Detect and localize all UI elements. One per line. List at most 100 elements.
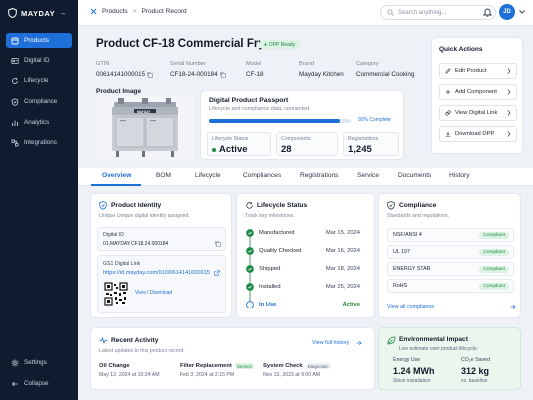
lifecycle-step-date: Mar 16, 2024	[325, 248, 360, 254]
activity-event[interactable]: Filter Replacement Service Feb 3, 2024 a…	[180, 363, 254, 378]
stat-label: Lifecycle Status	[212, 136, 249, 142]
compliance-row[interactable]: ENERGY STAR Compliant	[387, 262, 514, 276]
compliance-row[interactable]: NSF/ANSI 4 Compliant	[387, 228, 514, 242]
environmental-impact-card: Environmental Impact Live estimate over …	[378, 327, 521, 390]
collapse-sidebar-icon[interactable]	[90, 8, 97, 15]
tab-service[interactable]: Service	[357, 172, 379, 179]
sidebar-item-lifecycle[interactable]: Lifecycle	[6, 73, 72, 88]
stat-value: 1,245	[348, 144, 372, 155]
plug-icon	[11, 139, 19, 146]
brand-name: MAYDAY	[21, 8, 56, 18]
search-input[interactable]: Search anything...	[380, 5, 496, 20]
edit-product-button[interactable]: Edit Product	[439, 63, 517, 79]
activity-title: Recent Activity	[111, 337, 159, 344]
step-complete-icon	[246, 229, 254, 237]
view-digital-link-button[interactable]: View Digital Link	[439, 105, 517, 121]
digital-id-value: 01.MAYDAY.CF18.24.000184	[103, 241, 169, 247]
step-complete-icon	[246, 283, 254, 291]
sidebar-item-digital-id[interactable]: Digital ID	[6, 53, 72, 68]
quick-actions-panel: Quick Actions Edit Product Add Component…	[431, 37, 523, 154]
activity-event[interactable]: System Check Diagnostic Nov 15, 2023 at …	[263, 363, 331, 378]
step-current-icon	[246, 301, 254, 308]
lifecycle-step-date: Mar 15, 2024	[325, 230, 360, 236]
lifecycle-step-label: Manufactured	[259, 230, 295, 236]
brand-logo[interactable]: MAYDAY →	[8, 8, 67, 18]
stat-label: Registrations	[348, 136, 379, 142]
view-digital-link-label: View Digital Link	[455, 110, 498, 116]
step-complete-icon	[246, 247, 254, 255]
box-icon	[11, 37, 19, 44]
identity-subtitle: Unique Unique digital identity assigned.	[99, 213, 190, 219]
breadcrumb-separator: >	[132, 8, 137, 15]
view-full-history-link[interactable]: View full history	[312, 340, 349, 346]
qr-view-download-link[interactable]: View / Download	[135, 290, 172, 296]
shield-check-icon	[387, 201, 395, 210]
page-title: Product CF-18 Commercial Fryer	[96, 38, 276, 50]
copy-icon[interactable]	[147, 71, 153, 78]
tab-history[interactable]: History	[449, 172, 470, 179]
product-image-label: Product Image	[96, 88, 142, 95]
arrow-right-icon[interactable]	[356, 340, 362, 346]
serial-value: CF18-24-000184	[170, 71, 226, 78]
settings-label: Settings	[24, 359, 47, 366]
sidebar-item-label: Integrations	[24, 139, 57, 146]
activity-event-tag: Service	[234, 363, 254, 369]
breadcrumb-products[interactable]: Products	[102, 8, 128, 15]
sidebar-item-analytics[interactable]: Analytics	[6, 115, 72, 130]
leaf-icon	[387, 336, 396, 345]
digital-id-box: Digital ID 01.MAYDAY.CF18.24.000184	[97, 227, 226, 251]
compliance-standard: ENERGY STAR	[393, 266, 431, 272]
copy-icon[interactable]	[215, 241, 221, 247]
activity-event-tag: Diagnostic	[305, 363, 331, 369]
sidebar-item-settings[interactable]: Settings	[6, 355, 72, 370]
lifecycle-step: Quality Checked	[259, 246, 302, 256]
sidebar-item-label: Lifecycle	[24, 77, 49, 84]
add-component-label: Add Component	[455, 89, 497, 95]
download-dpp-button[interactable]: Download DPP	[439, 126, 517, 142]
compliance-row[interactable]: RoHS Compliant	[387, 279, 514, 293]
status-badge-label: DPP Ready	[269, 41, 296, 48]
add-component-button[interactable]: Add Component	[439, 84, 517, 100]
user-avatar[interactable]: JD	[499, 4, 515, 20]
lifecycle-step-label: In Use	[259, 302, 277, 308]
sidebar-collapse[interactable]: Collapse	[6, 376, 72, 391]
bell-icon[interactable]	[483, 7, 492, 17]
passport-subtitle: Lifecycle and compliance data, connected…	[209, 106, 311, 112]
tab-overview[interactable]: Overview	[102, 172, 131, 179]
stat-lifecycle-status: Lifecycle Status Active	[207, 132, 271, 156]
tab-documents[interactable]: Documents	[398, 172, 431, 179]
download-dpp-label: Download DPP	[455, 131, 495, 137]
tab-registrations[interactable]: Registrations	[300, 172, 338, 179]
tab-bom[interactable]: BOM	[156, 172, 171, 179]
digital-link-url[interactable]: https://id.mayday.com/01/00614141000015	[103, 270, 210, 276]
stat-value-text: Active	[219, 144, 248, 155]
digital-link-box: GS1 Digital Link https://id.mayday.com/0…	[97, 255, 226, 313]
view-all-compliance-link[interactable]: View all compliance	[387, 304, 434, 310]
arrow-right-icon: →	[59, 9, 67, 17]
digital-product-passport-card: Digital Product Passport Lifecycle and c…	[200, 90, 404, 160]
sidebar-item-label: Products	[24, 37, 49, 44]
activity-event-date: Nov 15, 2023 at 9:00 AM	[263, 372, 321, 378]
tab-compliances[interactable]: Compliances	[243, 172, 281, 179]
activity-event[interactable]: Oil Change May 12, 2024 at 10:24 AM	[99, 363, 160, 378]
sidebar-item-integrations[interactable]: Integrations	[6, 135, 72, 150]
compliance-row[interactable]: UL 197 Compliant	[387, 245, 514, 259]
chevron-right-icon	[507, 68, 511, 74]
download-icon	[445, 131, 451, 137]
qr-code-icon[interactable]	[104, 282, 128, 306]
external-link-icon[interactable]	[214, 270, 220, 276]
sidebar-item-products[interactable]: Products	[6, 33, 72, 48]
energy-label: Energy Use	[393, 357, 421, 363]
chevron-down-icon[interactable]	[519, 10, 525, 14]
energy-value: 1.24 MWh	[393, 366, 435, 376]
lifecycle-step-date: Mar 18, 2024	[325, 266, 360, 272]
chart-icon	[12, 120, 18, 126]
co2-value: 312 kg	[461, 366, 490, 376]
compliance-standard: NSF/ANSI 4	[393, 232, 422, 238]
copy-icon[interactable]	[219, 71, 226, 78]
tab-lifecycle[interactable]: Lifecycle	[195, 172, 221, 179]
lifecycle-status-card: Lifecycle Status Track key milestones. M…	[236, 193, 375, 318]
arrow-right-icon[interactable]	[510, 304, 516, 310]
compliance-title: Compliance	[399, 202, 437, 209]
sidebar-item-compliance[interactable]: Compliance	[6, 94, 72, 109]
